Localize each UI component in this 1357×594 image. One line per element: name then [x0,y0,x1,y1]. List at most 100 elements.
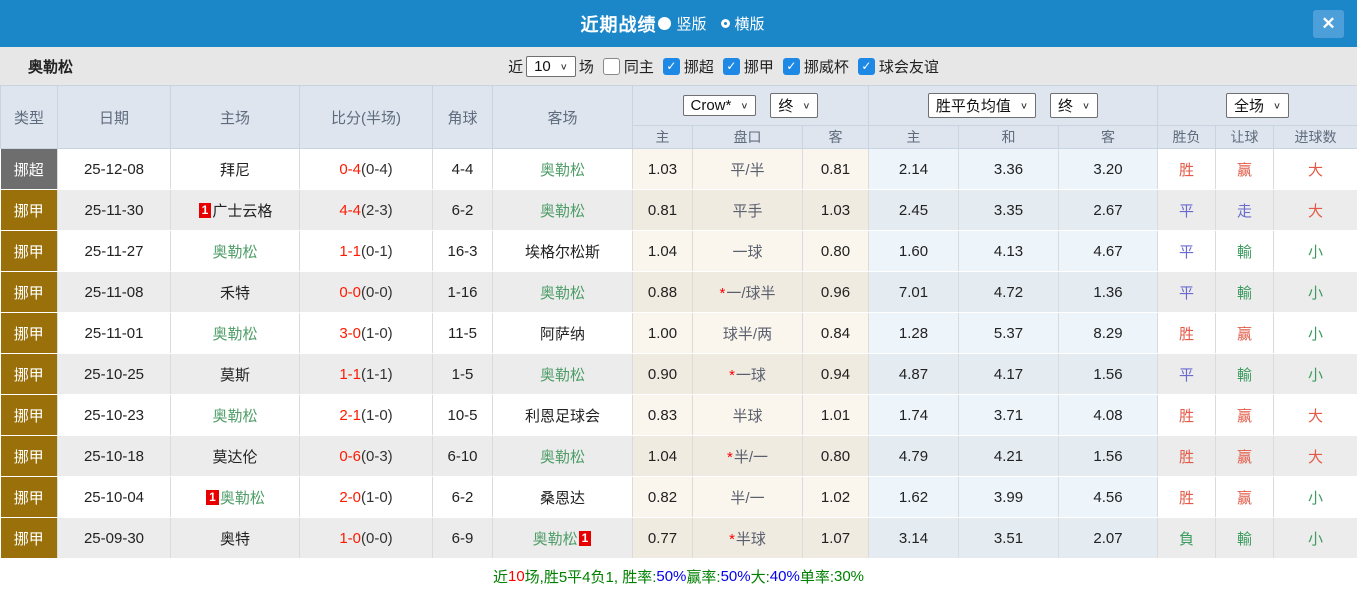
summary-footer: 近10场,胜5平4负1, 胜率:50% 赢率:50% 大:40% 单率:30% [0,559,1357,594]
table-row: 挪甲 25-11-27 奥勒松 1-1(0-1) 16-3 埃格尔松斯 1.04… [1,231,1357,272]
result-badge: 胜 [1158,313,1216,354]
avg-home-odds: 1.74 [869,395,959,436]
col-type: 类型 [1,86,58,149]
away-team: 埃格尔松斯 [493,231,633,272]
goals-result: 小 [1274,518,1357,559]
bookmaker-select[interactable]: Crow* ∨ [683,95,757,116]
col-avg-draw: 和 [959,126,1059,149]
chevron-down-icon: ∨ [802,100,810,110]
league-type: 挪甲 [1,518,58,559]
result-badge: 平 [1158,354,1216,395]
crown-away-odds: 0.94 [803,354,869,395]
league-type: 挪甲 [1,436,58,477]
avg-away-odds: 4.08 [1059,395,1158,436]
avg-home-odds: 4.79 [869,436,959,477]
horizontal-layout-label[interactable]: 横版 [735,13,765,34]
recent-label: 近 [508,56,523,77]
crown-home-odds: 0.90 [633,354,693,395]
league-type: 挪甲 [1,395,58,436]
match-date: 25-11-08 [58,272,171,313]
col-odds-home: 主 [633,126,693,149]
avg-away-odds: 1.56 [1059,436,1158,477]
league-checkbox-nuojia[interactable]: ✓ [723,58,740,75]
result-badge: 平 [1158,272,1216,313]
vertical-layout-radio[interactable] [658,17,671,30]
col-date: 日期 [58,86,171,149]
table-row: 挪甲 25-11-08 禾特 0-0(0-0) 1-16 奥勒松 0.88 *一… [1,272,1357,313]
crown-away-odds: 0.81 [803,149,869,190]
result-badge: 胜 [1158,477,1216,518]
summary-segment: 50% [656,568,686,585]
corner-score: 6-2 [433,477,493,518]
summary-segment: 赢率: [686,566,720,587]
corner-score: 11-5 [433,313,493,354]
col-letgoal: 让球 [1216,126,1274,149]
away-team: 奥勒松 [493,149,633,190]
corner-score: 6-9 [433,518,493,559]
scope-select[interactable]: 全场 ∨ [1226,93,1289,118]
avg-home-odds: 4.87 [869,354,959,395]
league-checkbox-friendly[interactable]: ✓ [858,58,875,75]
red-card-badge: 1 [199,203,212,218]
summary-segment: 50% [721,568,751,585]
same-host-checkbox[interactable] [603,58,620,75]
summary-segment: 10 [508,568,525,585]
avg-away-odds: 1.36 [1059,272,1158,313]
handicap-line: 平手 [693,190,803,231]
handicap-line: 半/一 [693,477,803,518]
avg-away-odds: 1.56 [1059,354,1158,395]
goals-result: 小 [1274,231,1357,272]
league-checkbox-nuochao[interactable]: ✓ [663,58,680,75]
handicap-line: *半/一 [693,436,803,477]
table-row: 挪甲 25-10-23 奥勒松 2-1(1-0) 10-5 利恩足球会 0.83… [1,395,1357,436]
handicap-line: 半球 [693,395,803,436]
letgoal-result: 輸 [1216,272,1274,313]
handicap-line: *一/球半 [693,272,803,313]
scope-select-cell: 全场 ∨ [1158,86,1357,126]
recent-count-select[interactable]: 10 ∨ [526,56,576,77]
col-odds-away: 客 [803,126,869,149]
corner-score: 10-5 [433,395,493,436]
avg-time-select[interactable]: 终 ∨ [1050,93,1098,118]
avg-away-odds: 3.20 [1059,149,1158,190]
avg-away-odds: 4.56 [1059,477,1158,518]
col-avg-home: 主 [869,126,959,149]
avg-home-odds: 2.45 [869,190,959,231]
result-badge: 平 [1158,190,1216,231]
vertical-layout-label[interactable]: 竖版 [676,13,706,34]
crown-away-odds: 0.80 [803,436,869,477]
avg-draw-odds: 4.13 [959,231,1059,272]
home-team: 奥勒松 [171,395,300,436]
crown-away-odds: 1.02 [803,477,869,518]
close-icon[interactable]: ✕ [1313,10,1344,38]
away-team: 阿萨纳 [493,313,633,354]
result-badge: 平 [1158,231,1216,272]
home-team: 奥勒松 [171,231,300,272]
league-checkbox-nuoweibei[interactable]: ✓ [783,58,800,75]
goals-result: 大 [1274,436,1357,477]
horizontal-layout-radio[interactable] [721,19,730,28]
col-away: 客场 [493,86,633,149]
avg-draw-odds: 4.17 [959,354,1059,395]
score: 1-1(0-1) [300,231,433,272]
crown-away-odds: 0.96 [803,272,869,313]
avg-away-odds: 4.67 [1059,231,1158,272]
goals-result: 小 [1274,272,1357,313]
bookmaker-time-select[interactable]: 终 ∨ [770,93,818,118]
games-label: 场 [579,56,594,77]
avg-draw-odds: 4.72 [959,272,1059,313]
match-date: 25-09-30 [58,518,171,559]
title-bar: 近期战绩 竖版 横版 ✕ [0,0,1357,47]
handicap-line: *一球 [693,354,803,395]
home-team: 莫斯 [171,354,300,395]
league-type: 挪甲 [1,313,58,354]
table-row: 挪甲 25-10-04 1奥勒松 2-0(1-0) 6-2 桑恩达 0.82 半… [1,477,1357,518]
corner-score: 16-3 [433,231,493,272]
score: 0-6(0-3) [300,436,433,477]
avg-type-select[interactable]: 胜平负均值 ∨ [928,93,1036,118]
letgoal-result: 赢 [1216,395,1274,436]
goals-result: 小 [1274,477,1357,518]
letgoal-result: 赢 [1216,313,1274,354]
col-goals: 进球数 [1274,126,1357,149]
avg-away-odds: 8.29 [1059,313,1158,354]
